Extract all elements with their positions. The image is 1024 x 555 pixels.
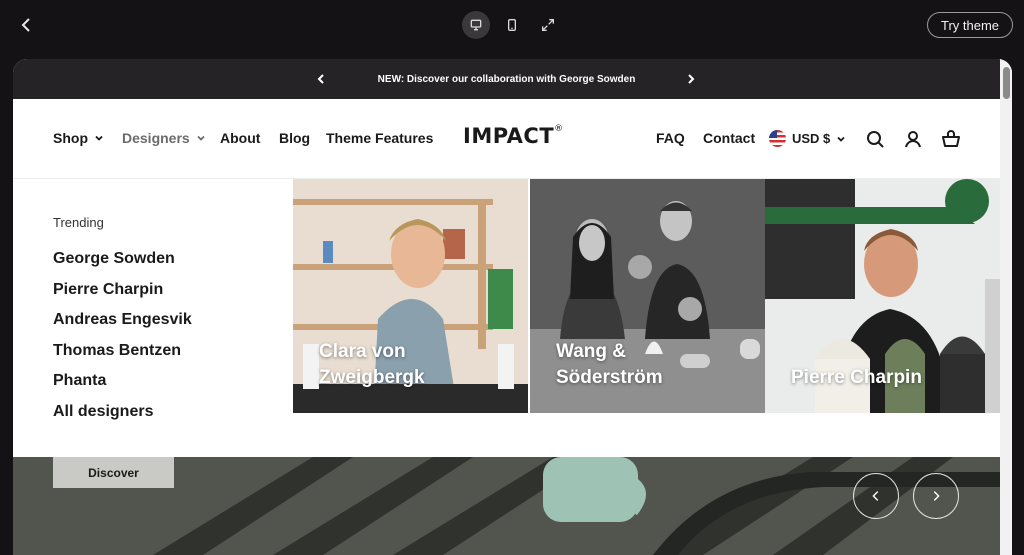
chevron-down-icon [197,135,205,141]
nav-about[interactable]: About [220,130,260,146]
hero-next-chevron-right-icon[interactable] [913,473,959,519]
nav-faq[interactable]: FAQ [656,130,685,146]
card-title: Clara von Zweigbergk [319,339,425,391]
hero-prev-chevron-left-icon[interactable] [853,473,899,519]
announcement-next-icon[interactable] [683,71,699,87]
try-theme-button[interactable]: Try theme [927,12,1013,38]
chevron-down-icon [95,135,103,141]
currency-label: USD $ [792,131,831,146]
designer-link[interactable]: Pierre Charpin [53,281,163,299]
nav-designers-label: Designers [122,130,190,146]
chevron-down-icon [837,136,845,142]
designer-link[interactable]: George Sowden [53,250,175,268]
scrollbar-thumb[interactable] [1003,67,1010,99]
us-flag-icon [769,130,786,147]
logo-registered-mark: ® [554,124,564,134]
hero-banner: Discover [13,457,1000,555]
nav-blog[interactable]: Blog [279,130,310,146]
designer-card-pierre[interactable]: Pierre Charpin [765,179,1000,413]
announcement-prev-icon[interactable] [313,71,329,87]
designer-link[interactable]: Andreas Engesvik [53,311,192,329]
designer-link[interactable]: Thomas Bentzen [53,342,181,360]
device-switcher [462,11,562,39]
trending-label: Trending [53,215,104,230]
designer-link[interactable]: Phanta [53,372,106,390]
logo-text: IMPACT [463,124,555,148]
card-title-line: Clara von [319,341,406,362]
currency-selector[interactable]: USD $ [769,130,846,147]
logo[interactable]: IMPACT® [463,124,564,148]
nav-shop-label: Shop [53,130,88,146]
all-designers-link[interactable]: All designers [53,403,153,421]
card-title: Wang & Söderström [556,339,663,391]
back-chevron-left-icon[interactable] [14,13,38,37]
card-title-line: Söderström [556,367,663,388]
site-header: Shop Designers About Blog Theme Features… [13,99,1000,178]
nav-designers[interactable]: Designers [122,130,206,146]
card-title: Pierre Charpin [791,365,922,391]
nav-theme-features[interactable]: Theme Features [326,130,433,146]
card-title-line: Pierre Charpin [791,367,922,388]
fullscreen-icon[interactable] [534,11,562,39]
preview-toolbar: Try theme [0,0,1024,50]
designer-card-wang[interactable]: Wang & Söderström [530,179,765,413]
scrollbar[interactable] [1000,59,1012,555]
nav-contact[interactable]: Contact [703,130,755,146]
designers-mega-menu: Trending George Sowden Pierre Charpin An… [13,178,1000,457]
card-title-line: Wang & [556,341,627,362]
desktop-icon[interactable] [462,11,490,39]
announcement-text[interactable]: NEW: Discover our collaboration with Geo… [378,74,636,85]
designer-card-clara[interactable]: Clara von Zweigbergk [293,179,528,413]
storefront-frame: NEW: Discover our collaboration with Geo… [13,59,1012,555]
cart-icon[interactable] [941,129,961,149]
announcement-bar: NEW: Discover our collaboration with Geo… [13,59,1000,99]
card-title-line: Zweigbergk [319,367,425,388]
nav-shop[interactable]: Shop [53,130,104,146]
discover-button[interactable]: Discover [53,457,174,488]
account-icon[interactable] [903,129,923,149]
search-icon[interactable] [865,129,885,149]
mobile-icon[interactable] [498,11,526,39]
